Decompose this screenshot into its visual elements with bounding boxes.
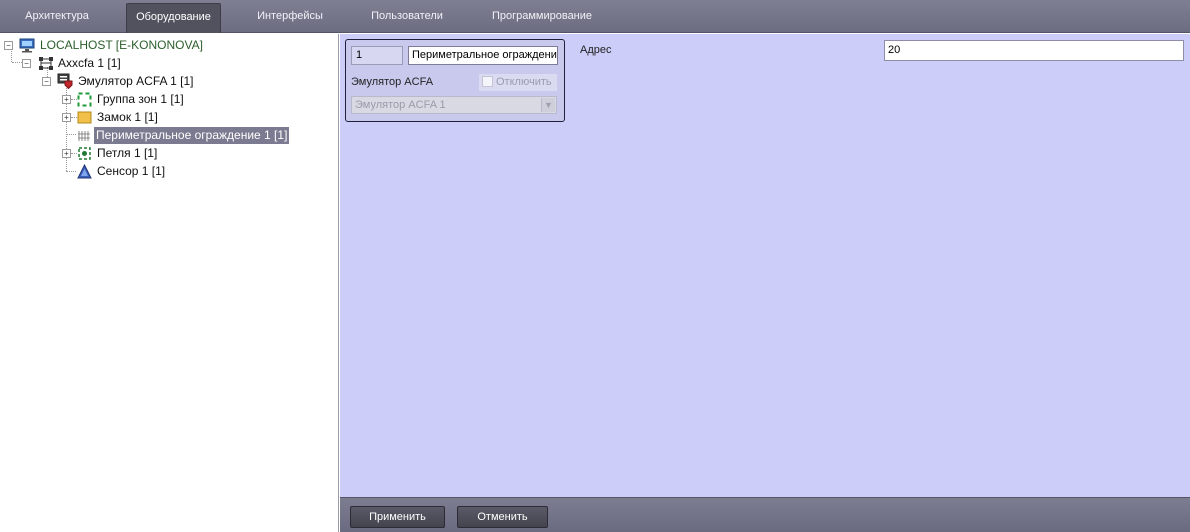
tab-users[interactable]: Пользователи (360, 3, 454, 33)
collapse-toggle[interactable]: − (4, 41, 13, 50)
tree-line (11, 48, 12, 62)
perimeter-fence-icon (78, 131, 90, 141)
expand-toggle[interactable]: + (62, 95, 71, 104)
disable-label: Отключить (496, 76, 552, 88)
tab-interfaces[interactable]: Интерфейсы (246, 3, 334, 33)
object-name-field[interactable]: Периметральное ограждение (408, 46, 558, 65)
parent-object-value: Эмулятор ACFA 1 (355, 99, 446, 111)
emulator-icon (57, 73, 73, 89)
lock-icon (77, 111, 92, 124)
chevron-down-icon[interactable]: ▼ (541, 98, 555, 112)
tab-architecture[interactable]: Архитектура (14, 3, 100, 33)
address-label: Адрес (580, 44, 612, 56)
object-id-field[interactable]: 1 (351, 46, 403, 65)
tab-equipment[interactable]: Оборудование (126, 3, 221, 33)
expand-toggle[interactable]: + (62, 149, 71, 158)
tree-line (66, 134, 76, 135)
bottom-action-bar: Применить Отменить (340, 497, 1190, 532)
address-input[interactable]: 20 (884, 40, 1184, 61)
object-header-box: 1 Периметральное ограждение Эмулятор ACF… (345, 39, 565, 122)
object-type-label: Эмулятор ACFA (351, 76, 434, 88)
sensor-icon (77, 164, 92, 179)
tree-line (66, 171, 76, 172)
tree-label-sensor: Сенсор 1 [1] (97, 164, 166, 178)
tree-label-lock: Замок 1 [1] (97, 110, 158, 124)
loop-icon (78, 147, 91, 160)
tree-label-axxcfa: Axxcfa 1 [1] (58, 56, 121, 70)
tree-label-zone-group: Группа зон 1 [1] (97, 92, 184, 106)
parent-object-select[interactable]: Эмулятор ACFA 1 ▼ (351, 96, 557, 114)
tree-label-localhost: LOCALHOST [E-KONONOVA] (40, 38, 203, 52)
collapse-toggle[interactable]: − (22, 59, 31, 68)
computer-icon (19, 38, 35, 53)
top-tab-bar: Архитектура Оборудование Интерфейсы Поль… (0, 0, 1190, 33)
checkbox-icon[interactable] (482, 76, 493, 87)
disable-checkbox[interactable]: Отключить (479, 74, 557, 91)
collapse-toggle[interactable]: − (42, 77, 51, 86)
properties-panel: 1 Периметральное ограждение Эмулятор ACF… (340, 34, 1190, 497)
expand-toggle[interactable]: + (62, 113, 71, 122)
zone-group-icon (77, 92, 92, 107)
cancel-button[interactable]: Отменить (457, 506, 548, 528)
tree-label-emulator: Эмулятор ACFA 1 [1] (78, 74, 194, 88)
tab-programming[interactable]: Программирование (480, 3, 604, 33)
apply-button[interactable]: Применить (350, 506, 445, 528)
tree-label-perimeter-fence: Периметральное ограждение 1 [1] (94, 127, 290, 144)
hardware-tree: − LOCALHOST [E-KONONOVA] − Axxcfa 1 [1] … (0, 34, 339, 532)
tree-label-loop: Петля 1 [1] (97, 146, 158, 160)
network-icon (39, 57, 53, 70)
